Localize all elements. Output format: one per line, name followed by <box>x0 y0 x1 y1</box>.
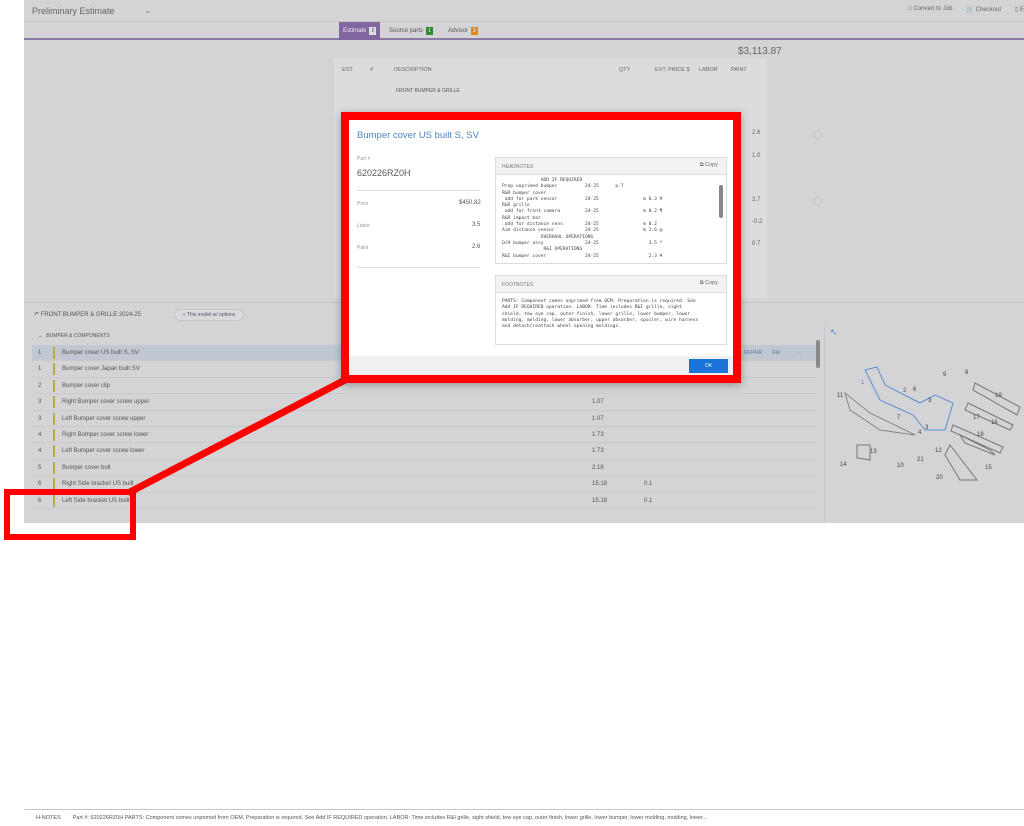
ok-button[interactable]: OK <box>689 359 728 373</box>
headnotes-panel: HEADNOTES ⧉ Copy ADD IF REQUIRED Prep unp… <box>495 157 727 264</box>
paint-value: 2.6 <box>472 244 481 250</box>
part-detail-modal: Bumper cover US built S, SV Part # 62022… <box>341 112 741 383</box>
copy-icon: ⧉ <box>699 162 704 168</box>
headnotes-text: ADD IF REQUIRED Prep unprimed bumper 24-… <box>502 178 663 259</box>
copy-icon: ⧉ <box>699 280 704 286</box>
price-label: Price <box>357 201 369 207</box>
footnotes-label: FOOTNOTES <box>502 282 534 288</box>
part-number: 620226RZ0H <box>357 168 411 178</box>
price-value: $450.82 <box>459 200 481 206</box>
headnotes-label: HEADNOTES <box>502 164 534 170</box>
labor-value: 3.5 <box>472 222 481 228</box>
headnotes-scrollbar[interactable] <box>719 185 723 218</box>
part-number-label: Part # <box>357 156 371 162</box>
footnotes-panel: FOOTNOTES ⧉ Copy PARTS: Component comes u… <box>495 275 727 345</box>
copy-footnotes-button[interactable]: ⧉ Copy <box>700 280 718 287</box>
modal-title: Bumper cover US built S, SV <box>357 130 479 141</box>
footnotes-text: PARTS: Component comes unprimed from OEM… <box>502 299 699 330</box>
paint-label: Paint <box>357 245 369 251</box>
hnotes-bar: H-NOTES Part #: 620226RZ0H PARTS: Compone… <box>24 809 1024 826</box>
labor-label: Labor <box>357 223 370 229</box>
copy-headnotes-button[interactable]: ⧉ Copy <box>700 162 718 169</box>
